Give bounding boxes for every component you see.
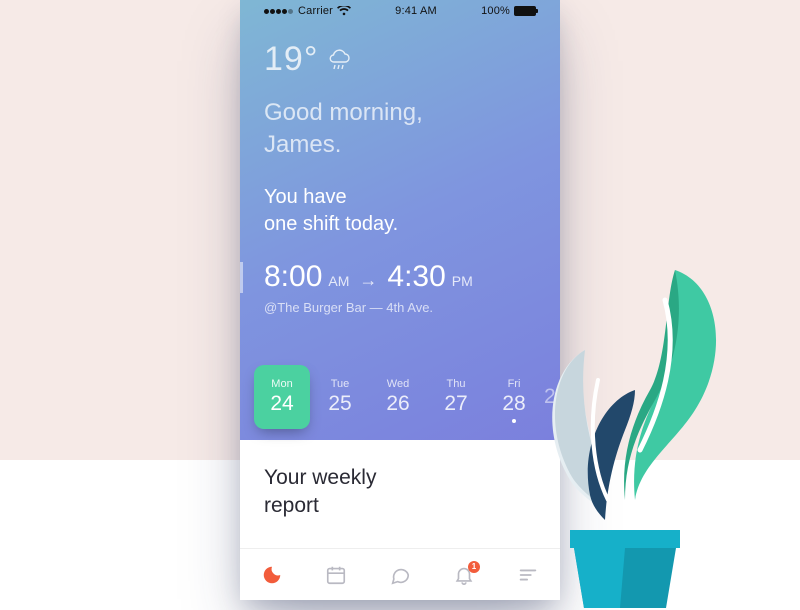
battery-icon bbox=[514, 6, 536, 16]
tab-bar: 1 bbox=[240, 548, 560, 600]
signal-dots-icon bbox=[264, 5, 294, 17]
carrier-label: Carrier bbox=[298, 5, 333, 17]
weekly-report-card[interactable]: Your weekly report bbox=[240, 440, 560, 521]
tab-menu[interactable] bbox=[508, 555, 548, 595]
event-dot-icon bbox=[512, 419, 516, 423]
temperature: 19° bbox=[264, 40, 318, 79]
notification-badge: 1 bbox=[468, 561, 480, 573]
greeting-text: Good morning, James. bbox=[264, 97, 536, 162]
rain-icon bbox=[326, 49, 352, 71]
weekly-report-title: Your weekly report bbox=[264, 464, 536, 521]
phone-frame: Carrier 9:41 AM 100% 19° Good morning, J… bbox=[240, 0, 560, 600]
tab-chat[interactable] bbox=[380, 555, 420, 595]
day-tue[interactable]: Tue 25 bbox=[312, 365, 368, 429]
chat-icon bbox=[389, 564, 411, 586]
moon-icon bbox=[261, 564, 283, 586]
shift-end-time: 4:30 bbox=[387, 260, 445, 294]
wifi-icon bbox=[337, 6, 351, 16]
menu-icon bbox=[517, 564, 539, 586]
tab-home[interactable] bbox=[252, 555, 292, 595]
shift-summary: You have one shift today. bbox=[264, 184, 536, 238]
statusbar-time: 9:41 AM bbox=[395, 5, 437, 17]
day-mon[interactable]: Mon 24 bbox=[254, 365, 310, 429]
tab-notifications[interactable]: 1 bbox=[444, 555, 484, 595]
shift-start-time: 8:00 bbox=[264, 260, 322, 294]
status-bar: Carrier 9:41 AM 100% bbox=[264, 0, 536, 22]
day-thu[interactable]: Thu 27 bbox=[428, 365, 484, 429]
hero-panel: Carrier 9:41 AM 100% 19° Good morning, J… bbox=[240, 0, 560, 440]
tab-calendar[interactable] bbox=[316, 555, 356, 595]
day-fri[interactable]: Fri 28 bbox=[486, 365, 542, 429]
shift-location: @The Burger Bar — 4th Ave. bbox=[264, 300, 536, 315]
battery-pct: 100% bbox=[481, 5, 510, 17]
week-strip[interactable]: Mon 24 Tue 25 Wed 26 Thu 27 Fri 28 29 bbox=[240, 354, 560, 440]
arrow-right-icon: → bbox=[359, 270, 377, 291]
shift-card[interactable]: 8:00 AM → 4:30 PM @The Burger Bar — 4th … bbox=[240, 260, 536, 315]
day-wed[interactable]: Wed 26 bbox=[370, 365, 426, 429]
day-next-partial[interactable]: 29 bbox=[544, 385, 570, 409]
calendar-icon bbox=[325, 564, 347, 586]
